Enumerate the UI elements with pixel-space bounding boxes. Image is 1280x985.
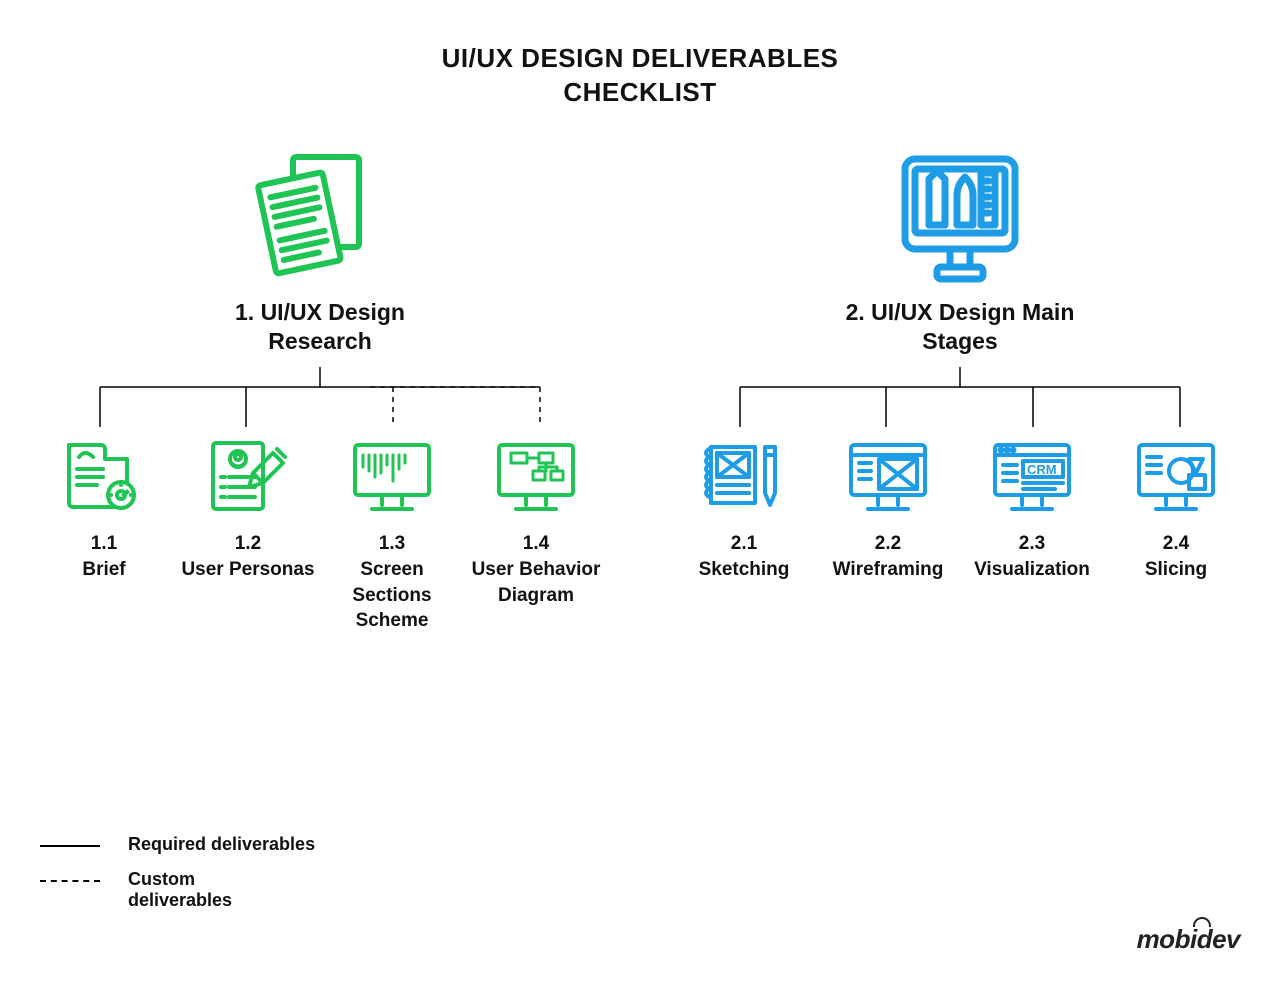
main-stages-connectors [670,367,1250,437]
item-wireframing-label: 2.2 Wireframing [833,531,944,582]
slicing-icon [1131,437,1221,517]
legend: Required deliverables Custom deliverable… [40,834,315,925]
brief-icon [59,437,149,517]
visualization-icon: CRM [987,437,1077,517]
item-sections-scheme: 1.3 Screen Sections Scheme [322,437,462,634]
item-sketching-label: 2.1 Sketching [699,531,790,582]
legend-required-label: Required deliverables [128,834,315,855]
behavior-icon [491,437,581,517]
item-behavior-diagram: 1.4 User Behavior Diagram [466,437,606,634]
item-behavior-label: 1.4 User Behavior Diagram [466,531,606,608]
solid-line-icon [40,845,100,847]
item-personas: 1.2 User Personas [178,437,318,634]
item-brief-label: 1.1 Brief [82,531,125,582]
research-connectors [30,367,610,437]
item-visualization-label: 2.3 Visualization [974,531,1090,582]
dashed-line-icon [40,880,100,882]
research-items: 1.1 Brief [30,437,610,634]
item-visualization: CRM 2.3 Visualization [962,437,1102,582]
item-slicing-label: 2.4 Slicing [1145,531,1207,582]
item-slicing: 2.4 Slicing [1106,437,1246,582]
brand-logo: mobidev [1137,924,1240,955]
category-main-stages: 2. UI/UX Design Main Stages [670,150,1250,634]
wireframe-icon [843,437,933,517]
design-tools-icon [890,150,1030,290]
documents-icon [250,150,390,290]
category-main-stages-title: 2. UI/UX Design Main Stages [830,298,1090,358]
title-line-1: UI/UX DESIGN DELIVERABLES [0,42,1280,76]
main-stages-items: 2.1 Sketching [670,437,1250,582]
legend-custom: Custom deliverables [40,869,315,911]
legend-required: Required deliverables [40,834,315,855]
svg-text:CRM: CRM [1027,462,1057,477]
diagram-body: 1. UI/UX Design Research [0,110,1280,634]
category-research-title: 1. UI/UX Design Research [210,298,430,358]
category-research: 1. UI/UX Design Research [30,150,610,634]
item-brief: 1.1 Brief [34,437,174,634]
persona-icon [203,437,293,517]
sketch-icon [699,437,789,517]
diagram-title: UI/UX DESIGN DELIVERABLES CHECKLIST [0,0,1280,110]
item-personas-label: 1.2 User Personas [181,531,314,582]
item-sketching: 2.1 Sketching [674,437,814,582]
title-line-2: CHECKLIST [0,76,1280,110]
item-sections-label: 1.3 Screen Sections Scheme [322,531,462,634]
legend-custom-label: Custom deliverables [128,869,268,911]
sections-icon [347,437,437,517]
item-wireframing: 2.2 Wireframing [818,437,958,582]
